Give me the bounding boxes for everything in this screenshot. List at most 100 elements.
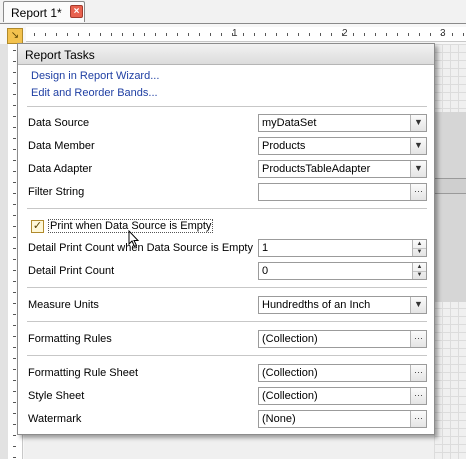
- detail-print-count-spinner[interactable]: 0 ▲ ▼: [258, 262, 427, 280]
- ruler-tick: [13, 380, 16, 381]
- design-in-report-wizard-link[interactable]: Design in Report Wizard...: [31, 70, 159, 82]
- ruler-tick: [13, 303, 16, 304]
- ruler-tick: [122, 33, 123, 36]
- ruler-tick: [13, 391, 16, 392]
- spin-down-icon[interactable]: ▼: [413, 248, 426, 256]
- watermark-value: (None): [262, 413, 296, 425]
- ellipsis-icon[interactable]: ···: [410, 331, 426, 347]
- ruler-tick: [13, 193, 16, 194]
- formatting-rule-sheet-field[interactable]: (Collection) ···: [258, 364, 427, 382]
- ruler-tick: [13, 358, 16, 359]
- detail-print-count-empty-spinner[interactable]: 1 ▲ ▼: [258, 239, 427, 257]
- data-source-value: myDataSet: [262, 117, 317, 129]
- measure-units-label: Measure Units: [28, 299, 99, 311]
- ellipsis-icon[interactable]: ···: [410, 388, 426, 404]
- ruler-tick: [13, 50, 16, 51]
- ruler-tick: [13, 457, 16, 458]
- ruler-tick: [13, 424, 16, 425]
- ruler-tick: [144, 33, 145, 36]
- data-adapter-value: ProductsTableAdapter: [262, 163, 371, 175]
- data-source-combo[interactable]: myDataSet ▼: [258, 114, 427, 132]
- ruler-tick: [13, 127, 16, 128]
- ruler-tick: [13, 237, 16, 238]
- detail-print-count-label: Detail Print Count: [28, 265, 115, 277]
- ruler-tick: [243, 33, 244, 36]
- ruler-tick: [13, 248, 16, 249]
- ruler-tick: [13, 83, 16, 84]
- ruler-tick: [13, 336, 16, 337]
- filter-string-field[interactable]: ···: [258, 183, 427, 201]
- ruler-tick: [265, 33, 266, 36]
- measure-units-value: Hundredths of an Inch: [262, 299, 371, 311]
- chevron-down-icon[interactable]: ▼: [410, 138, 426, 154]
- chevron-down-icon[interactable]: ▼: [410, 161, 426, 177]
- ruler-tick: [13, 171, 16, 172]
- ruler-tick: [287, 33, 288, 36]
- ruler-tick: [419, 33, 420, 36]
- ruler-tick: [34, 33, 35, 36]
- ruler-tick: [408, 33, 409, 36]
- detail-print-count-empty-value: 1: [262, 242, 269, 254]
- ruler-tick: [13, 204, 16, 205]
- horizontal-ruler: 1 2 3: [26, 27, 466, 42]
- ruler-tick: [100, 33, 101, 36]
- ruler-tick: [13, 281, 16, 282]
- ruler-tick: [13, 215, 16, 216]
- ruler-tick: [177, 33, 178, 36]
- ruler-tick: [13, 446, 16, 447]
- ruler-tick: [89, 33, 90, 36]
- ruler-tick: [13, 149, 16, 150]
- ruler-tick: [386, 33, 387, 36]
- designer-left-strip: [0, 44, 8, 459]
- formatting-rule-sheet-label: Formatting Rule Sheet: [28, 367, 139, 379]
- print-when-empty-checkbox[interactable]: ✓: [31, 220, 44, 233]
- ruler-tick: [13, 138, 16, 139]
- divider: [27, 355, 427, 356]
- ruler-tick: [67, 33, 68, 36]
- spin-down-icon[interactable]: ▼: [413, 271, 426, 279]
- chevron-down-icon[interactable]: ▼: [410, 297, 426, 313]
- ellipsis-icon[interactable]: ···: [410, 365, 426, 381]
- divider: [27, 208, 427, 209]
- ruler-tick: [13, 94, 16, 95]
- ruler-tick: [13, 116, 16, 117]
- ellipsis-icon[interactable]: ···: [410, 411, 426, 427]
- tab-report-1[interactable]: Report 1* ×: [3, 1, 85, 22]
- ruler-tick: [56, 33, 57, 36]
- formatting-rules-field[interactable]: (Collection) ···: [258, 330, 427, 348]
- watermark-field[interactable]: (None) ···: [258, 410, 427, 428]
- close-icon[interactable]: ×: [70, 5, 83, 18]
- ruler-tick: [232, 33, 233, 36]
- ruler-tick: [320, 33, 321, 36]
- data-member-combo[interactable]: Products ▼: [258, 137, 427, 155]
- ruler-tick: [221, 33, 222, 36]
- ellipsis-icon[interactable]: ···: [410, 184, 426, 200]
- data-source-label: Data Source: [28, 117, 90, 129]
- chevron-down-icon[interactable]: ▼: [410, 115, 426, 131]
- data-member-value: Products: [262, 140, 306, 152]
- style-sheet-value: (Collection): [262, 390, 318, 402]
- divider: [27, 106, 427, 107]
- spin-buttons[interactable]: ▲ ▼: [412, 263, 426, 279]
- ruler-tick: [276, 33, 277, 36]
- spin-buttons[interactable]: ▲ ▼: [412, 240, 426, 256]
- style-sheet-label: Style Sheet: [28, 390, 85, 402]
- ruler-tick: [199, 33, 200, 36]
- style-sheet-field[interactable]: (Collection) ···: [258, 387, 427, 405]
- data-adapter-combo[interactable]: ProductsTableAdapter ▼: [258, 160, 427, 178]
- mouse-cursor-icon: [128, 230, 140, 248]
- data-member-label: Data Member: [28, 140, 95, 152]
- detail-print-count-empty-label: Detail Print Count when Data Source is E…: [28, 242, 253, 254]
- ruler-tick: [441, 33, 442, 36]
- measure-units-combo[interactable]: Hundredths of an Inch ▼: [258, 296, 427, 314]
- smart-tag-icon[interactable]: ↘: [7, 28, 23, 44]
- ruler-tick: [331, 33, 332, 36]
- ruler-tick: [375, 33, 376, 36]
- edit-and-reorder-bands-link[interactable]: Edit and Reorder Bands...: [31, 87, 158, 99]
- ruler-tick: [254, 33, 255, 36]
- ruler-tick: [166, 33, 167, 36]
- data-adapter-label: Data Adapter: [28, 163, 93, 175]
- ruler-tick: [13, 314, 16, 315]
- popup-header: Report Tasks: [18, 44, 434, 65]
- ruler-tick: [188, 33, 189, 36]
